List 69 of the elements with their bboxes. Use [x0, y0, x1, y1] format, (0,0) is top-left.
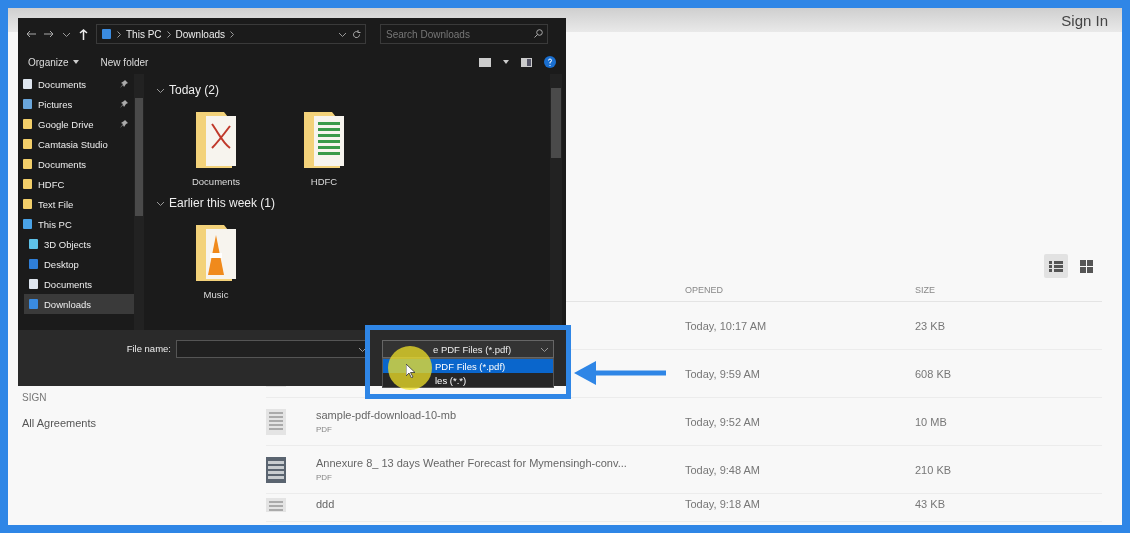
back-arrow-icon — [26, 30, 36, 38]
pin-icon — [120, 80, 128, 88]
nav-item[interactable]: Documents — [18, 154, 132, 174]
list-view-icon — [1049, 259, 1063, 273]
folder-item[interactable]: Documents — [176, 106, 256, 187]
table-cell-text: 608 KB — [915, 367, 953, 380]
column-header: OPENED — [685, 284, 724, 295]
spreadsheet-thumbnail — [266, 456, 286, 483]
document-thumbnail — [266, 498, 286, 512]
help-icon — [544, 56, 556, 68]
nav-item[interactable]: 3D Objects — [24, 234, 138, 254]
file-type: PDF — [316, 425, 333, 434]
nav-item[interactable]: This PC — [18, 214, 132, 234]
table-cell-text: Today, 9:48 AM — [685, 463, 761, 476]
nav-link[interactable]: All Agreements — [22, 417, 248, 429]
view-toggle[interactable] — [1044, 254, 1068, 278]
mouse-pointer-icon — [406, 364, 416, 378]
forward-button[interactable] — [44, 30, 54, 38]
view-options-icon — [479, 57, 491, 67]
chevron-right-icon — [166, 30, 171, 38]
grid-view-icon — [1079, 259, 1093, 273]
caret-icon — [503, 60, 509, 64]
folder-item[interactable]: Music — [176, 219, 256, 300]
file-name[interactable]: Annexure 8_ 13 days Weather Forecast for Mymensingh-conv... — [316, 457, 685, 469]
nav-item[interactable]: HDFC — [18, 174, 132, 194]
table-cell-text: Today, 9:59 AM — [685, 367, 761, 380]
caret-icon — [72, 60, 79, 64]
toolbar-button[interactable]: Organize — [28, 56, 79, 68]
search-field[interactable]: Search Downloads — [380, 24, 548, 44]
file-type-dropdown[interactable]: e PDF Files (*.pdf) — [382, 340, 554, 358]
file-type: PDF — [316, 473, 333, 482]
nav-item[interactable]: Google Drive — [18, 114, 132, 134]
table-cell-text: Today, 9:52 AM — [685, 415, 761, 428]
toolbar-button[interactable]: New folder — [100, 56, 149, 68]
dropdown-option[interactable]: les (*.*) — [383, 373, 553, 387]
refresh-icon — [352, 29, 361, 39]
folder-item[interactable]: HDFC — [284, 106, 364, 187]
table-cell-text: 10 MB — [915, 415, 948, 428]
preview-pane-icon — [521, 57, 532, 67]
pin-icon — [120, 120, 128, 128]
pin-icon — [120, 100, 128, 108]
up-button[interactable] — [79, 28, 88, 40]
file-name[interactable]: sample-pdf-download-10-mb — [316, 409, 685, 421]
table-cell-text: 23 KB — [915, 319, 946, 332]
forward-arrow-icon — [44, 30, 54, 38]
nav-item[interactable]: Desktop — [24, 254, 138, 274]
table-cell-text: Today, 10:17 AM — [685, 319, 768, 332]
column-header: SIZE — [915, 284, 936, 295]
up-arrow-icon — [79, 28, 88, 40]
nav-item[interactable]: Documents — [18, 74, 132, 94]
nav-item[interactable]: Pictures — [18, 94, 132, 114]
nav-item[interactable]: Documents — [24, 274, 138, 294]
table-cell-text: Today, 9:18 AM — [685, 498, 761, 510]
file-name[interactable]: ddd — [316, 498, 685, 510]
document-thumbnail — [266, 408, 286, 435]
field-label: File name: — [125, 343, 171, 354]
back-button[interactable] — [26, 30, 36, 38]
section-heading: SIGN — [22, 392, 48, 403]
address-bar[interactable]: This PC Downloads — [96, 24, 366, 44]
table-cell-text: 43 KB — [915, 498, 946, 510]
nav-item[interactable]: Text File — [18, 194, 132, 214]
chevron-right-icon — [117, 30, 121, 38]
breadcrumb[interactable]: This PC — [126, 28, 162, 40]
chevron-right-icon — [230, 30, 235, 38]
sign-in-link[interactable]: Sign In — [1061, 11, 1108, 29]
breadcrumb[interactable]: Downloads — [175, 28, 226, 40]
nav-item[interactable]: Camtasia Studio — [18, 134, 132, 154]
search-icon — [534, 29, 543, 38]
table-cell-text: 210 KB — [915, 463, 953, 476]
